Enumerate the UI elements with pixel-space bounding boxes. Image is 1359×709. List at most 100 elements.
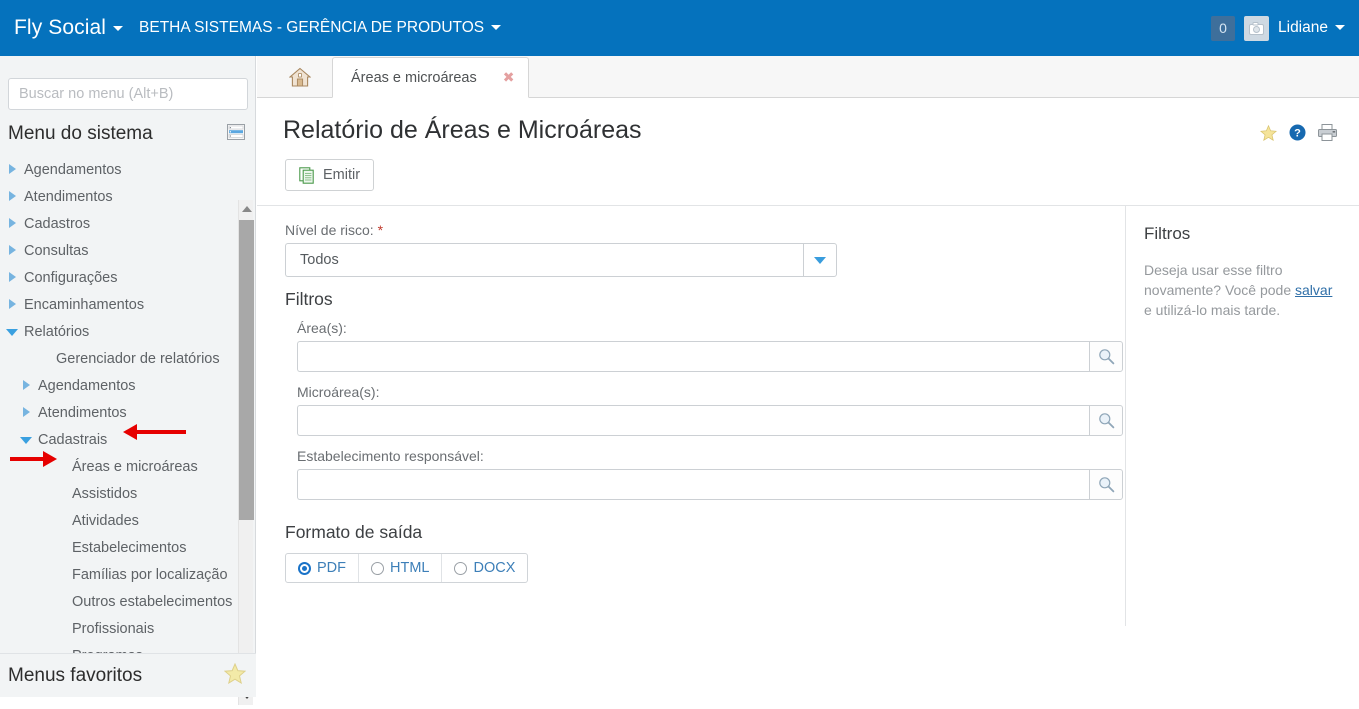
sidebar-item-encaminhamentos[interactable]: Encaminhamentos (0, 291, 256, 318)
help-button[interactable]: ? (1289, 124, 1306, 146)
radio-option-pdf[interactable]: PDF (286, 554, 359, 582)
risk-level-select[interactable]: Todos (285, 243, 837, 277)
sidebar-item-label: Atendimentos (24, 188, 113, 205)
organization-menu[interactable]: BETHA SISTEMAS - GERÊNCIA DE PRODUTOS (139, 19, 502, 37)
chevron-right-icon (18, 405, 34, 421)
scrollbar-thumb[interactable] (239, 220, 254, 520)
lookup-search-button[interactable] (1089, 405, 1123, 436)
lookup-input[interactable] (297, 405, 1089, 436)
sidebar-item-assistidos[interactable]: Assistidos (0, 480, 256, 507)
side-panel-text-after: e utilizá-lo mais tarde. (1144, 302, 1281, 318)
sidebar-item-label: Profissionais (72, 620, 155, 637)
chevron-right-icon (18, 378, 34, 394)
lookup-input[interactable] (297, 341, 1089, 372)
favorite-button[interactable] (1259, 124, 1278, 146)
organization-label: BETHA SISTEMAS - GERÊNCIA DE PRODUTOS (139, 19, 485, 36)
sidebar-item-consultas[interactable]: Consultas (0, 237, 256, 264)
sidebar-item-cadastros[interactable]: Cadastros (0, 210, 256, 237)
sidebar-item-relat-rios[interactable]: Relatórios (0, 318, 256, 345)
filters-side-panel: Filtros Deseja usar esse filtro novament… (1125, 206, 1357, 626)
radio-label: DOCX (473, 560, 516, 576)
tab-label: Áreas e microáreas (351, 69, 477, 86)
field-label: Microárea(s): (297, 384, 380, 400)
notifications-badge[interactable]: 0 (1211, 15, 1235, 41)
lookup-field (297, 469, 1123, 500)
header-right-group: 0 Lidiane (1211, 15, 1345, 41)
brand-menu[interactable]: Fly Social (14, 16, 124, 40)
side-panel-text-before: Deseja usar esse filtro novamente? Você … (1144, 262, 1296, 298)
sidebar-item-label: Famílias por localização (72, 566, 228, 583)
lookup-field (297, 405, 1123, 436)
sidebar-item-configura-es[interactable]: Configurações (0, 264, 256, 291)
emitir-label: Emitir (323, 167, 361, 183)
sidebar: Menu do sistema Agendamentos Atendimentos… (0, 56, 256, 705)
sidebar-scrollbar[interactable] (238, 200, 254, 705)
list-view-icon[interactable] (227, 123, 245, 145)
scroll-up-button[interactable] (239, 200, 254, 218)
annotation-arrow-cadastrais (123, 424, 186, 440)
radio-option-html[interactable]: HTML (359, 554, 443, 582)
tab-areas-e-microareas[interactable]: Áreas e microáreas ✖ (332, 57, 530, 98)
sidebar-item-gerenciador-de-relat-rios[interactable]: Gerenciador de relatórios (0, 345, 256, 372)
tab-home[interactable] (273, 56, 326, 97)
save-filter-link[interactable]: salvar (1295, 282, 1332, 298)
user-menu[interactable]: Lidiane (1278, 19, 1345, 37)
sidebar-item-label: Consultas (24, 242, 89, 259)
chevron-right-icon (4, 189, 20, 205)
camera-icon (1249, 21, 1264, 35)
risk-level-label: Nível de risco: * (285, 222, 1125, 238)
sidebar-item-label: Atendimentos (38, 404, 127, 421)
menu-search-input[interactable] (8, 78, 248, 110)
field-label: Estabelecimento responsável: (297, 448, 484, 464)
sidebar-item-estabelecimentos[interactable]: Estabelecimentos (0, 534, 256, 561)
documents-icon (299, 166, 314, 184)
radio-indicator[interactable] (298, 561, 311, 575)
sidebar-item-atendimentos[interactable]: Atendimentos (0, 183, 256, 210)
radio-option-docx[interactable]: DOCX (442, 554, 527, 582)
star-icon[interactable] (223, 662, 247, 689)
avatar[interactable] (1244, 15, 1269, 41)
form-column: Nível de risco: * Todos Filtros Área(s):… (257, 206, 1125, 626)
chevron-right-icon (4, 270, 20, 286)
magnifier-icon (1098, 413, 1114, 429)
brand-label: Fly Social (14, 16, 107, 39)
emitir-button[interactable]: Emitir (285, 159, 375, 191)
filters-block: Área(s): Microárea(s): Estabelecimento res… (285, 320, 1125, 500)
radio-label: PDF (317, 560, 346, 576)
close-icon[interactable]: ✖ (503, 69, 515, 86)
risk-level-dropdown-button[interactable] (803, 243, 837, 277)
sidebar-item-atendimentos[interactable]: Atendimentos (0, 399, 256, 426)
content-split: Nível de risco: * Todos Filtros Área(s):… (257, 205, 1359, 626)
lookup-search-button[interactable] (1089, 341, 1123, 372)
risk-level-value[interactable]: Todos (285, 243, 803, 277)
sidebar-item-profissionais[interactable]: Profissionais (0, 615, 256, 642)
user-name-label: Lidiane (1278, 19, 1328, 36)
page-actions: ? (1259, 116, 1337, 146)
side-panel-text: Deseja usar esse filtro novamente? Você … (1144, 260, 1343, 320)
sidebar-item-atividades[interactable]: Atividades (0, 507, 256, 534)
sidebar-item-label: Agendamentos (24, 161, 122, 178)
sidebar-item-outros-estabelecimentos[interactable]: Outros estabelecimentos (0, 588, 256, 615)
sidebar-item-fam-lias-por-localiza-o[interactable]: Famílias por localização (0, 561, 256, 588)
magnifier-icon (1098, 477, 1114, 493)
sidebar-item-agendamentos[interactable]: Agendamentos (0, 156, 256, 183)
output-format-group: PDF HTML DOCX (285, 553, 529, 583)
sidebar-item-label: Estabelecimentos (72, 539, 187, 556)
lookup-field (297, 341, 1123, 372)
favorites-bar[interactable]: Menus favoritos (0, 653, 256, 697)
menu-list: Agendamentos Atendimentos Cadastros Consult… (0, 152, 256, 669)
radio-indicator[interactable] (454, 561, 468, 575)
lookup-search-button[interactable] (1089, 469, 1123, 500)
print-button[interactable] (1318, 124, 1337, 146)
menu-title: Menu do sistema (8, 123, 153, 144)
sidebar-item-label: Assistidos (72, 485, 138, 502)
chevron-down-icon (18, 432, 34, 448)
tab-bar: Áreas e microáreas ✖ (257, 56, 1359, 98)
lookup-input[interactable] (297, 469, 1089, 500)
output-format-heading: Formato de saída (285, 522, 423, 542)
sidebar-item-label: Gerenciador de relatórios (56, 350, 220, 367)
radio-indicator[interactable] (371, 561, 384, 575)
help-icon: ? (1289, 124, 1306, 141)
chevron-down-icon (491, 25, 502, 31)
sidebar-item-agendamentos[interactable]: Agendamentos (0, 372, 256, 399)
